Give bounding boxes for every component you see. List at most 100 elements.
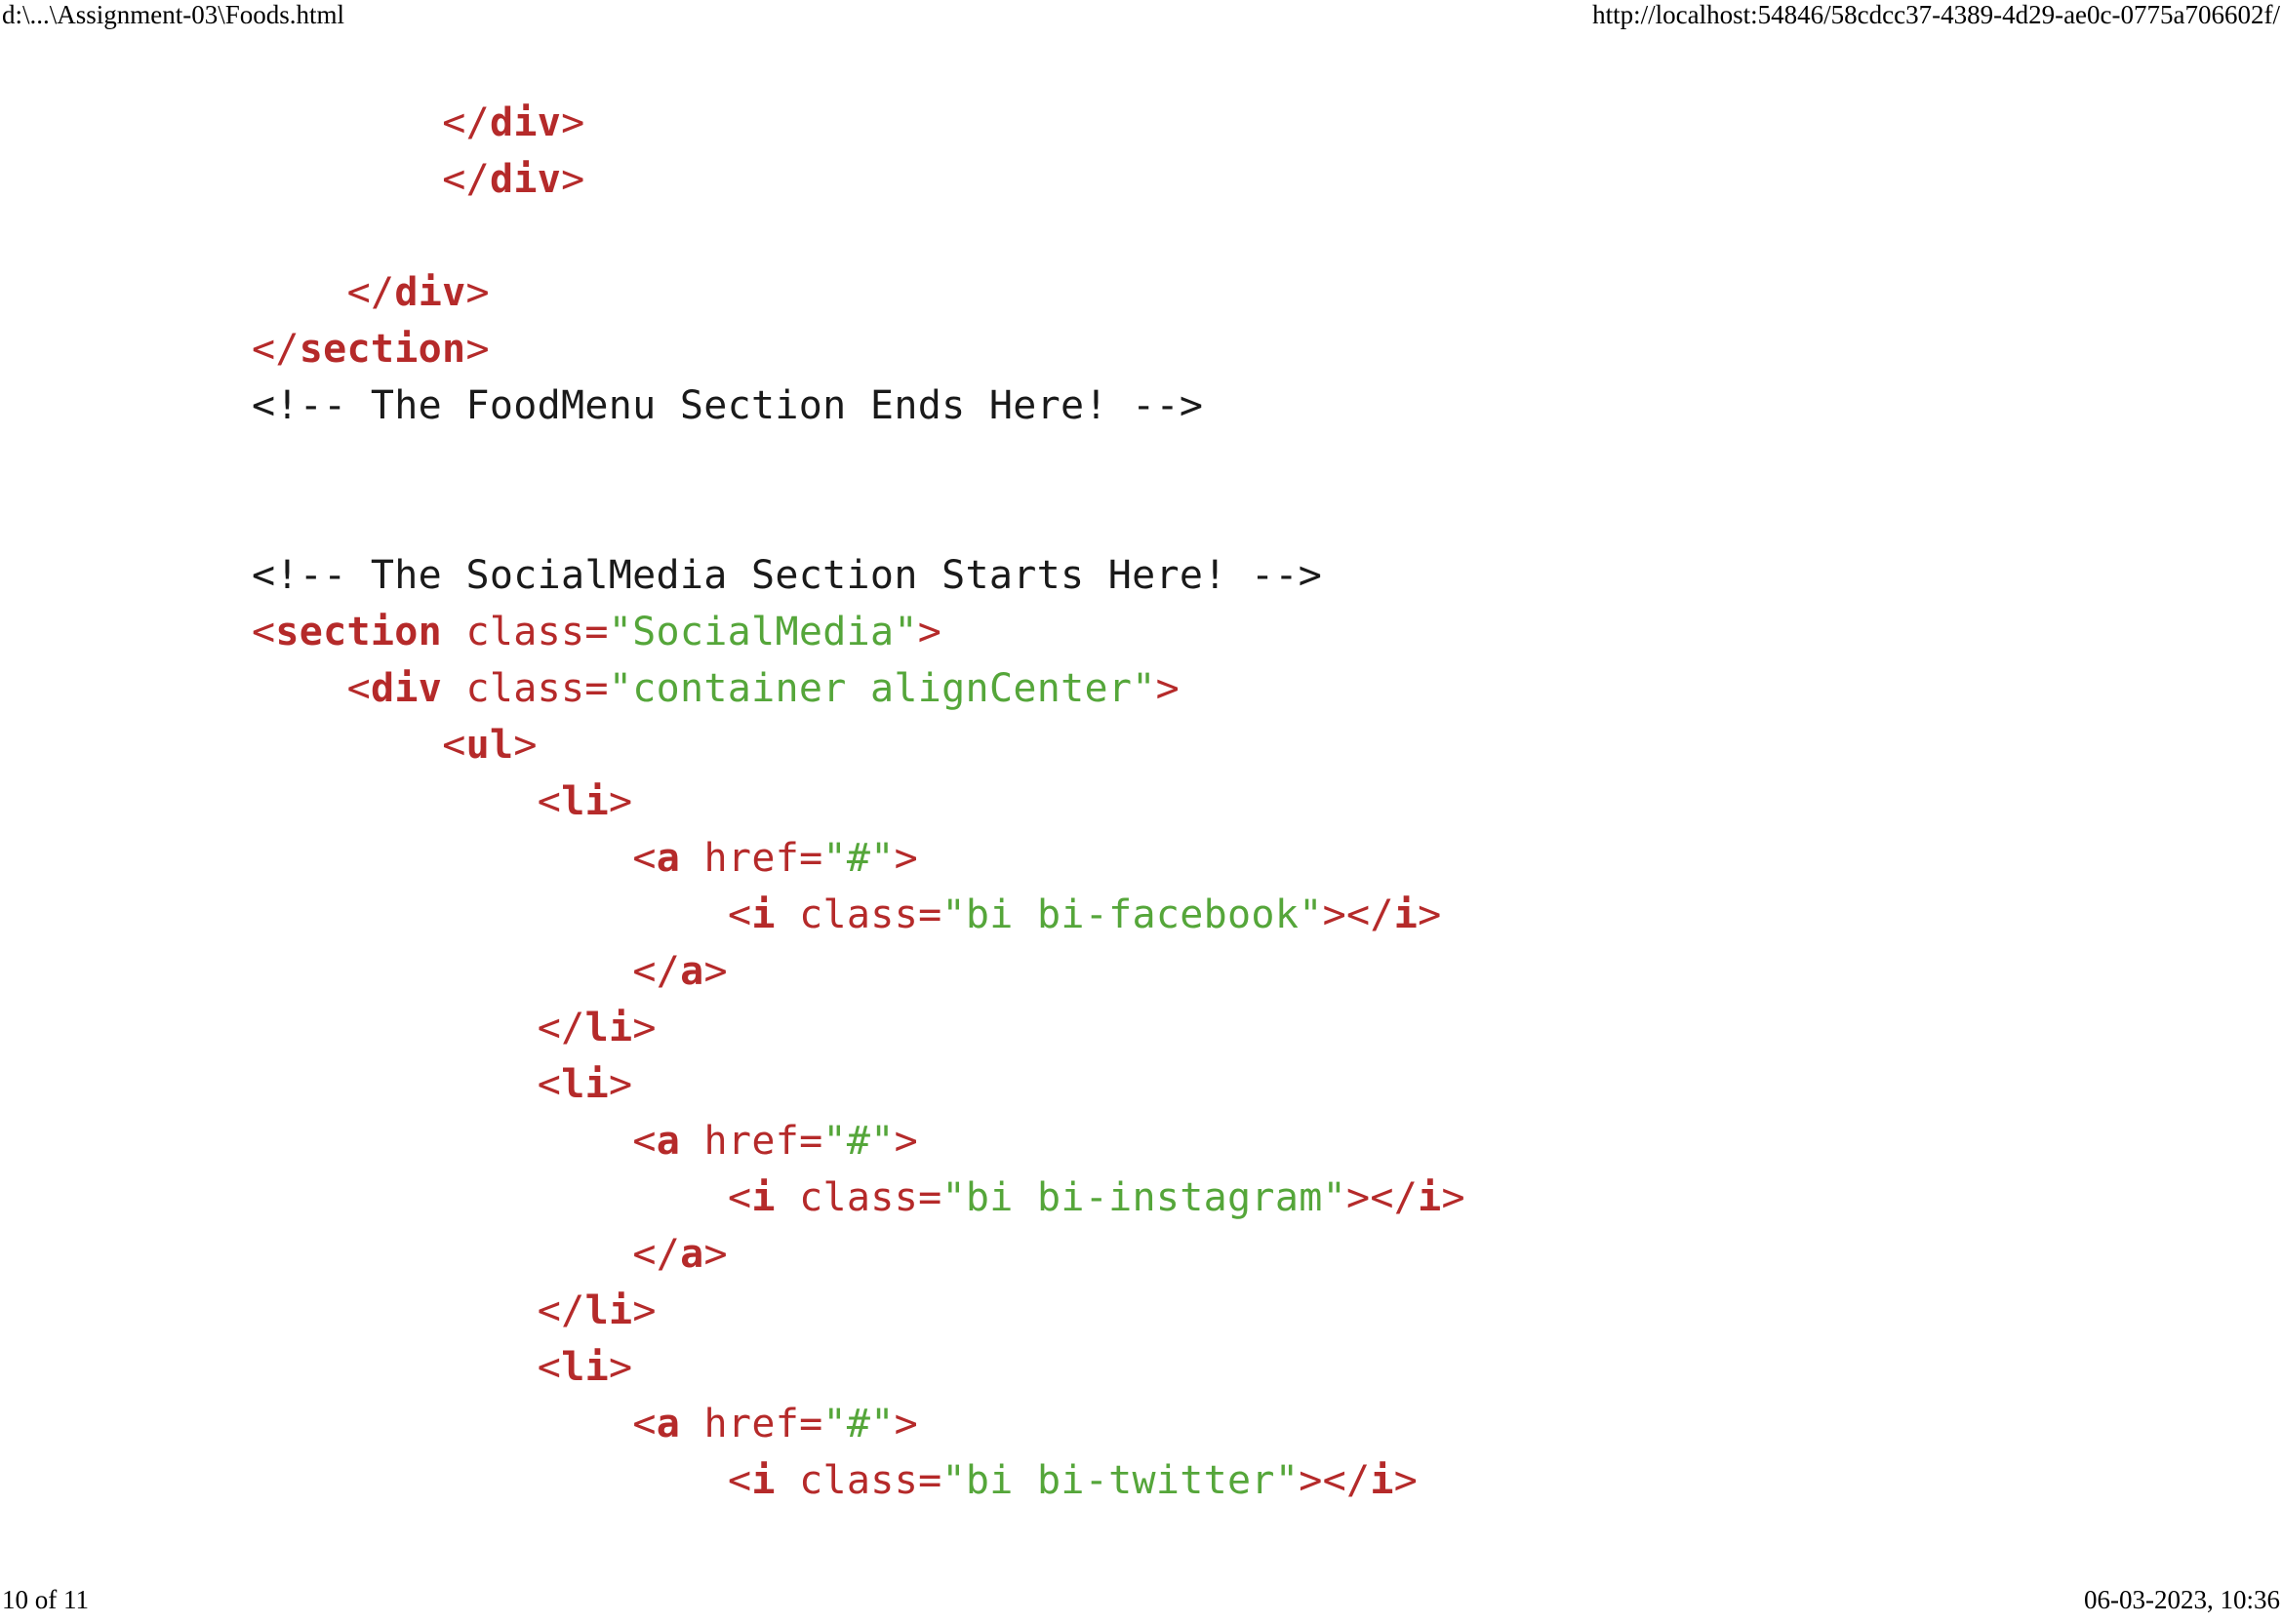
code-token-tag: > [918,610,941,654]
code-token-comment: <!-- The SocialMedia Section Starts Here… [252,553,1322,598]
code-token-tag: > [609,1062,632,1107]
code-token-tag: > [895,836,918,881]
code-line: <i class="bi bi-facebook"></i> [0,887,2282,943]
code-token-tagname: a [680,949,703,994]
code-token-tag: < [728,1175,751,1220]
code-token-tag: > [609,1345,632,1390]
code-token-tag: > [466,270,490,315]
code-line: </div> [0,151,2282,208]
code-token-tag: > [704,1232,728,1277]
code-token-tagname: li [561,1345,609,1390]
code-token-tag: > [1442,1175,1465,1220]
code-token-tagname: i [751,1175,775,1220]
code-token-tag: < [632,1119,656,1164]
code-line: <div class="container alignCenter"> [0,660,2282,717]
code-line: </a> [0,943,2282,1000]
code-token-val: "container alignCenter" [609,666,1156,711]
code-token-attr: href= [680,836,822,881]
code-token-tag: > [561,157,584,202]
code-token-tag: < [632,1402,656,1446]
code-token-val: "SocialMedia" [609,610,918,654]
code-line: <!-- The SocialMedia Section Starts Here… [0,547,2282,604]
code-token-tag: > [1156,666,1180,711]
code-token-val: "bi bi-instagram" [941,1175,1346,1220]
code-token-attr: href= [680,1402,822,1446]
code-token-tag: > [465,327,489,372]
code-token-tag: < [538,1345,561,1390]
code-token-attr: class= [776,1175,942,1220]
code-token-attr: href= [680,1119,822,1164]
code-token-tag: > [895,1402,918,1446]
code-line: <ul> [0,717,2282,773]
code-token-tag: < [632,836,656,881]
code-token-tag: > [513,723,537,768]
code-token-tagname: i [1370,1458,1393,1503]
code-token-tag: < [347,666,371,711]
code-token-comment: <!-- The FoodMenu Section Ends Here! --> [252,383,1203,428]
code-token-val: "bi bi-twitter" [941,1458,1299,1503]
code-token-tagname: a [657,1119,680,1164]
code-token-val: "bi bi-facebook" [941,892,1322,937]
code-token-tag: < [728,892,751,937]
code-token-tagname: div [371,666,442,711]
code-token-tag: < [538,779,561,824]
code-token-tagname: i [1418,1175,1441,1220]
code-token-tagname: li [561,779,609,824]
code-token-tagname: li [561,1062,609,1107]
code-token-tagname: i [751,892,775,937]
code-token-tag: > [1394,1458,1418,1503]
code-token-tag: > [895,1119,918,1164]
code-line [0,491,2282,547]
code-token-tagname: a [657,836,680,881]
code-line [0,434,2282,491]
code-line: </a> [0,1226,2282,1283]
code-token-attr: class= [442,666,609,711]
code-token-tagname: section [300,327,466,372]
code-token-tag: </ [632,949,680,994]
code-token-tag: ></ [1299,1458,1370,1503]
code-line: </div> [0,95,2282,151]
code-token-tagname: div [394,270,465,315]
code-token-tag: > [609,779,632,824]
code-token-tag: > [1418,892,1441,937]
code-token-tag: </ [442,100,490,145]
code-token-tagname: i [751,1458,775,1503]
code-token-val: "#" [822,1119,894,1164]
code-line [0,208,2282,264]
code-token-tagname: li [585,1006,633,1050]
code-line: <section class="SocialMedia"> [0,604,2282,660]
print-footer: 10 of 11 06-03-2023, 10:36 [0,1585,2282,1624]
footer-timestamp: 06-03-2023, 10:36 [2084,1585,2280,1615]
code-token-tag: < [442,723,465,768]
footer-page-indicator: 10 of 11 [2,1585,89,1615]
code-token-tagname: a [680,1232,703,1277]
code-token-tag: </ [538,1006,585,1050]
code-line: <a href="#"> [0,830,2282,887]
header-url: http://localhost:54846/58cdcc37-4389-4d2… [1592,0,2280,30]
code-token-val: "#" [822,1402,894,1446]
code-token-tag: </ [252,327,300,372]
code-token-attr: class= [776,1458,942,1503]
code-line: <i class="bi bi-twitter"></i> [0,1452,2282,1509]
print-header: d:\...\Assignment-03\Foods.html http://l… [0,0,2282,39]
code-line: <li> [0,1056,2282,1113]
code-line: <li> [0,1339,2282,1396]
code-token-tag: </ [347,270,395,315]
code-line: <a href="#"> [0,1396,2282,1452]
code-token-tag: </ [442,157,490,202]
code-token-tag: </ [538,1288,585,1333]
code-token-tag: > [704,949,728,994]
code-token-tag: < [252,610,275,654]
code-line: <i class="bi bi-instagram"></i> [0,1169,2282,1226]
code-line: <a href="#"> [0,1113,2282,1169]
code-line: </li> [0,1000,2282,1056]
code-token-tagname: section [275,610,442,654]
code-line: </li> [0,1283,2282,1339]
code-line: </div> [0,264,2282,321]
code-line: <!-- The FoodMenu Section Ends Here! --> [0,377,2282,434]
code-token-tag: </ [632,1232,680,1277]
code-token-tagname: i [1394,892,1418,937]
code-line: </section> [0,321,2282,377]
code-token-tag: < [538,1062,561,1107]
code-token-tag: ></ [1323,892,1394,937]
